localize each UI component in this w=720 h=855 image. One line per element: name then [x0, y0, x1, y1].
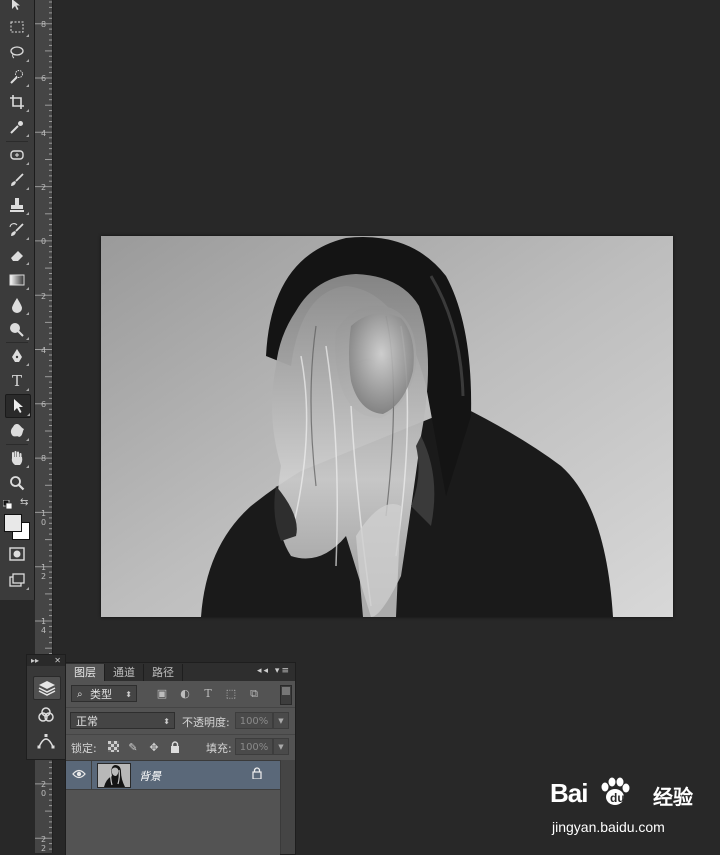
marquee-icon[interactable]	[5, 16, 29, 38]
move-icon[interactable]	[5, 0, 29, 16]
blur-icon[interactable]	[5, 294, 29, 316]
screen-mode-icon[interactable]	[5, 569, 29, 591]
stamp-icon[interactable]	[5, 194, 29, 216]
quick-mask-icon[interactable]	[5, 543, 29, 565]
eyedropper-icon[interactable]	[5, 116, 29, 138]
layer-thumbnail	[97, 763, 131, 788]
channels-panel-icon[interactable]	[33, 704, 59, 726]
fill-dropdown-icon[interactable]: ▼	[273, 738, 289, 755]
eye-icon[interactable]	[72, 768, 86, 783]
panel-tab-bar: 图层 通道 路径 ◂◂ ▾≡	[66, 663, 295, 681]
tab-channels[interactable]: 通道	[105, 664, 144, 681]
ruler-label: 4	[40, 128, 47, 138]
ruler-label: 6	[40, 74, 47, 84]
ruler-label: 2 0	[40, 780, 47, 799]
brush-icon[interactable]	[5, 169, 29, 191]
opacity-input[interactable]: 100%	[235, 712, 273, 729]
healing-icon[interactable]	[5, 144, 29, 166]
shape-icon[interactable]	[5, 420, 29, 442]
tools-panel: T ⇆	[0, 0, 35, 600]
adjustment-filter-icon[interactable]: ◐	[178, 687, 192, 701]
lock-label: 锁定:	[71, 742, 97, 755]
lock-position-icon[interactable]: ✥	[147, 741, 161, 755]
type-icon[interactable]: T	[5, 370, 29, 392]
blend-mode-select[interactable]: 正常 ⬍	[70, 712, 175, 729]
blend-row: 正常 ⬍ 不透明度: 100% ▼	[66, 708, 295, 735]
ruler-label: 0	[40, 237, 47, 247]
layers-panel: 图层 通道 路径 ◂◂ ▾≡ ⌕ 类型 ⬍ ▣ ◐ T ⬚ ⧉ 正常 ⬍ 不透明…	[65, 662, 296, 855]
layers-scrollbar[interactable]	[280, 760, 295, 854]
shape-filter-icon[interactable]: ⬚	[224, 687, 238, 701]
watermark-url: jingyan.baidu.com	[552, 819, 665, 835]
filter-toggle[interactable]	[280, 685, 292, 705]
ruler-label: 1 2	[40, 563, 47, 581]
crop-icon[interactable]	[5, 91, 29, 113]
svg-text:du: du	[610, 791, 625, 805]
watermark-brand: Bai	[550, 778, 588, 808]
swap-colors-icon[interactable]: ⇆	[20, 497, 28, 508]
pen-icon[interactable]	[5, 345, 29, 367]
opacity-dropdown-icon[interactable]: ▼	[273, 712, 289, 729]
lock-all-icon[interactable]	[168, 741, 182, 755]
pixel-filter-icon[interactable]: ▣	[155, 687, 169, 701]
zoom-icon[interactable]	[5, 472, 29, 494]
foreground-color-swatch[interactable]	[4, 514, 22, 532]
filter-kind-select[interactable]: ⌕ 类型 ⬍	[71, 685, 137, 702]
panel-menu-icon[interactable]: ◂◂ ▾≡	[257, 666, 291, 676]
chevron-updown-icon: ⬍	[163, 717, 170, 726]
filter-row: ⌕ 类型 ⬍ ▣ ◐ T ⬚ ⧉	[66, 681, 295, 708]
path-select-icon[interactable]	[5, 394, 31, 418]
paths-panel-icon[interactable]	[33, 730, 59, 752]
filter-kind-label: 类型	[90, 688, 112, 701]
tab-layers[interactable]: 图层	[66, 664, 105, 681]
opacity-label: 不透明度:	[182, 716, 230, 729]
type-filter-icon[interactable]: T	[201, 687, 215, 701]
layers-panel-icon[interactable]	[33, 676, 61, 700]
ruler-label: 1 4	[40, 617, 47, 636]
default-colors-icon[interactable]	[2, 499, 13, 510]
ruler-label: 4	[40, 345, 47, 355]
dock-title-bar[interactable]: ▸▸ ✕	[27, 655, 65, 666]
lock-pixels-icon[interactable]: ✎	[126, 741, 140, 755]
smart-object-filter-icon[interactable]: ⧉	[247, 687, 261, 701]
search-icon: ⌕	[77, 689, 83, 700]
ruler-label: 2	[40, 182, 47, 192]
blend-mode-label: 正常	[76, 715, 98, 728]
ruler-label: 2 2	[40, 834, 47, 853]
canvas-image[interactable]	[101, 236, 673, 617]
paw-logo-icon: du	[601, 777, 630, 805]
watermark-brand-jingyan: 经验	[653, 785, 693, 809]
quick-select-icon[interactable]	[5, 66, 29, 88]
fill-input[interactable]: 100%	[235, 738, 273, 755]
lock-transparent-icon[interactable]	[106, 741, 120, 755]
ruler-label: 8	[40, 20, 47, 29]
tab-paths[interactable]: 路径	[144, 664, 183, 681]
ruler-label: 6	[40, 400, 47, 410]
expand-dock-icon[interactable]: ▸▸	[31, 656, 39, 665]
chevron-updown-icon: ⬍	[125, 690, 132, 699]
baidu-jingyan-watermark: Bai du 经验 jingyan.baidu.com	[548, 775, 716, 839]
collapsed-panel-dock: ▸▸ ✕	[26, 654, 66, 760]
layer-name[interactable]: 背景	[139, 768, 161, 784]
eraser-icon[interactable]	[5, 244, 29, 266]
ruler-label: 2	[40, 291, 47, 301]
layer-row-background[interactable]: 背景	[66, 761, 280, 790]
ruler-label: 8	[40, 454, 47, 464]
layer-lock-icon	[252, 767, 262, 782]
gradient-icon[interactable]	[5, 269, 29, 291]
hand-icon[interactable]	[5, 447, 29, 469]
close-dock-icon[interactable]: ✕	[54, 656, 61, 665]
lock-row: 锁定: ✎ ✥ 填充: 100% ▼	[66, 735, 295, 761]
history-brush-icon[interactable]	[5, 219, 29, 241]
fill-label: 填充:	[206, 742, 232, 755]
dodge-icon[interactable]	[5, 319, 29, 341]
lasso-icon[interactable]	[5, 41, 29, 63]
ruler-label: 1 0	[40, 508, 47, 527]
